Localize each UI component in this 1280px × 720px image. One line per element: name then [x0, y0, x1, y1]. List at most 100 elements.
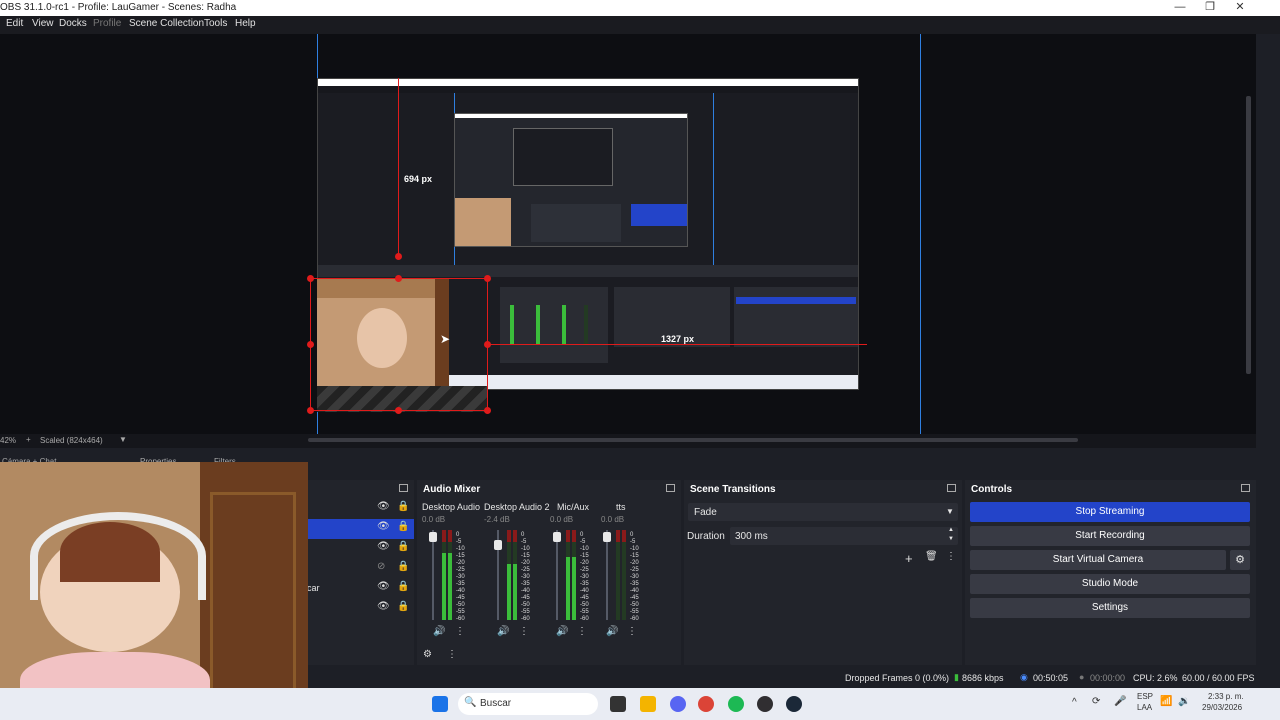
source-row[interactable]: 👁 🔒 [307, 539, 414, 559]
volume-fader[interactable] [429, 530, 437, 620]
language-bottom[interactable]: LAA [1137, 703, 1152, 712]
add-transition-icon[interactable]: + [905, 551, 913, 566]
resize-handle-tl[interactable] [307, 275, 314, 282]
zoom-plus-icon[interactable]: + [26, 435, 31, 444]
eye-icon[interactable]: 👁 [377, 581, 390, 592]
language-top[interactable]: ESP [1137, 692, 1153, 701]
webcam-source-preview[interactable] [317, 278, 449, 386]
source-row[interactable]: ⊘ 🔒 [307, 559, 414, 579]
studio-mode-button[interactable]: Studio Mode [970, 574, 1250, 594]
record-icon: ● [1079, 672, 1085, 682]
eye-icon[interactable]: 👁 [377, 521, 390, 532]
spin-down-icon[interactable]: ▼ [948, 536, 954, 542]
level-meter [566, 530, 570, 620]
spin-up-icon[interactable]: ▲ [948, 527, 954, 533]
sources-float-icon[interactable] [399, 484, 408, 492]
steam-icon[interactable] [786, 696, 802, 712]
resize-handle-left[interactable] [307, 341, 314, 348]
mouse-cursor-icon: ➤ [440, 332, 451, 346]
lock-icon[interactable]: 🔒 [397, 581, 409, 592]
speaker-icon[interactable]: 🔊 [433, 626, 445, 637]
lock-icon[interactable]: 🔒 [397, 561, 409, 572]
duration-value: 300 ms [735, 531, 768, 542]
resize-handle-bl[interactable] [307, 407, 314, 414]
speaker-icon[interactable]: 🔊 [497, 626, 509, 637]
stop-streaming-button[interactable]: Stop Streaming [970, 502, 1250, 522]
kebab-menu-icon[interactable]: ⋮ [519, 626, 529, 637]
volume-fader[interactable] [553, 530, 561, 620]
maximize-button[interactable]: ❐ [1195, 0, 1225, 16]
eye-icon[interactable]: 👁 [377, 541, 390, 552]
source-row[interactable]: car 👁 🔒 [307, 579, 414, 599]
minimize-button[interactable]: — [1165, 0, 1195, 16]
taskbar-search[interactable]: 🔍 Buscar [458, 693, 598, 715]
controls-float-icon[interactable] [1241, 484, 1250, 492]
scale-mode[interactable]: Scaled (824x464) [40, 436, 103, 445]
tray-chevron-icon[interactable]: ^ [1072, 697, 1077, 708]
lock-icon[interactable]: 🔒 [397, 541, 409, 552]
preview-horizontal-scrollbar[interactable] [308, 438, 1078, 442]
menu-tools[interactable]: Tools [204, 18, 227, 29]
transition-menu-icon[interactable]: ⋮ [946, 551, 956, 562]
duration-input[interactable]: 300 ms ▲ ▼ [730, 527, 958, 545]
kebab-menu-icon[interactable]: ⋮ [577, 626, 587, 637]
obs-icon[interactable] [757, 696, 773, 712]
resize-handle-br[interactable] [484, 407, 491, 414]
volume-fader[interactable] [603, 530, 611, 620]
chevron-down-icon: ▼ [946, 507, 954, 516]
discord-icon[interactable] [670, 696, 686, 712]
preview-vertical-scrollbar[interactable] [1246, 96, 1251, 374]
tray-refresh-icon[interactable]: ⟳ [1092, 696, 1100, 707]
lock-icon[interactable]: 🔒 [397, 521, 409, 532]
eye-icon[interactable]: 👁 [377, 501, 390, 512]
lock-icon[interactable]: 🔒 [397, 501, 409, 512]
scene-transitions-float-icon[interactable] [947, 484, 956, 492]
menu-edit[interactable]: Edit [6, 18, 23, 29]
start-virtual-camera-button[interactable]: Start Virtual Camera [970, 550, 1226, 570]
lock-icon[interactable]: 🔒 [397, 601, 409, 612]
channel-volume: -2.4 dB [484, 515, 510, 524]
spotify-icon[interactable] [728, 696, 744, 712]
network-icon[interactable]: 📶 [1160, 696, 1172, 707]
chrome-icon[interactable] [698, 696, 714, 712]
menu-scene-collection[interactable]: Scene Collection [129, 18, 204, 29]
close-button[interactable]: ✕ [1225, 0, 1255, 16]
resize-handle-top[interactable] [395, 275, 402, 282]
audio-mixer-float-icon[interactable] [666, 484, 675, 492]
volume-fader[interactable] [494, 530, 502, 620]
transition-selected-value: Fade [694, 507, 717, 518]
source-row[interactable]: 👁 🔒 [307, 499, 414, 519]
db-scale: 0 -5 -10 -15 -20 -25 -30 -35 -40 -45 -50 -55 -60 [580, 532, 589, 622]
mixer-menu-icon[interactable]: ⋮ [447, 649, 457, 660]
eye-icon[interactable]: 👁 [377, 601, 390, 612]
db-scale: 0 -5 -10 -15 -20 -25 -30 -35 -40 -45 -50 -55 -60 [521, 532, 530, 622]
scale-dropdown-icon[interactable]: ▼ [119, 435, 127, 444]
tray-mic-icon[interactable]: 🎤 [1114, 696, 1126, 707]
menu-view[interactable]: View [32, 18, 54, 29]
menu-help[interactable]: Help [235, 18, 256, 29]
virtual-camera-gear-icon[interactable]: ⚙ [1230, 550, 1250, 570]
settings-button[interactable]: Settings [970, 598, 1250, 618]
transition-select[interactable]: Fade ▼ [688, 503, 958, 521]
speaker-icon[interactable]: 🔊 [606, 626, 618, 637]
windows-start-icon[interactable] [432, 696, 448, 712]
resize-handle-tr[interactable] [484, 275, 491, 282]
menu-docks[interactable]: Docks [59, 18, 87, 29]
file-explorer-icon[interactable] [640, 696, 656, 712]
kebab-menu-icon[interactable]: ⋮ [627, 626, 637, 637]
start-recording-button[interactable]: Start Recording [970, 526, 1250, 546]
source-row-selected[interactable]: 👁 🔒 [307, 519, 414, 539]
resize-handle-bottom[interactable] [395, 407, 402, 414]
volume-icon[interactable]: 🔉 [1178, 696, 1190, 707]
fps-readout: 60.00 / 60.00 FPS [1182, 673, 1255, 683]
remove-transition-icon[interactable]: 🗑 [925, 551, 938, 562]
source-row[interactable]: 👁 🔒 [307, 599, 414, 619]
menu-profile[interactable]: Profile [93, 18, 121, 29]
task-view-icon[interactable] [610, 696, 626, 712]
eye-hidden-icon[interactable]: ⊘ [377, 561, 385, 572]
advanced-audio-gear-icon[interactable]: ⚙ [423, 649, 432, 660]
kebab-menu-icon[interactable]: ⋮ [455, 626, 465, 637]
clock-time[interactable]: 2:33 p. m. [1208, 692, 1244, 701]
clock-date[interactable]: 29/03/2026 [1202, 703, 1242, 712]
speaker-icon[interactable]: 🔊 [556, 626, 568, 637]
